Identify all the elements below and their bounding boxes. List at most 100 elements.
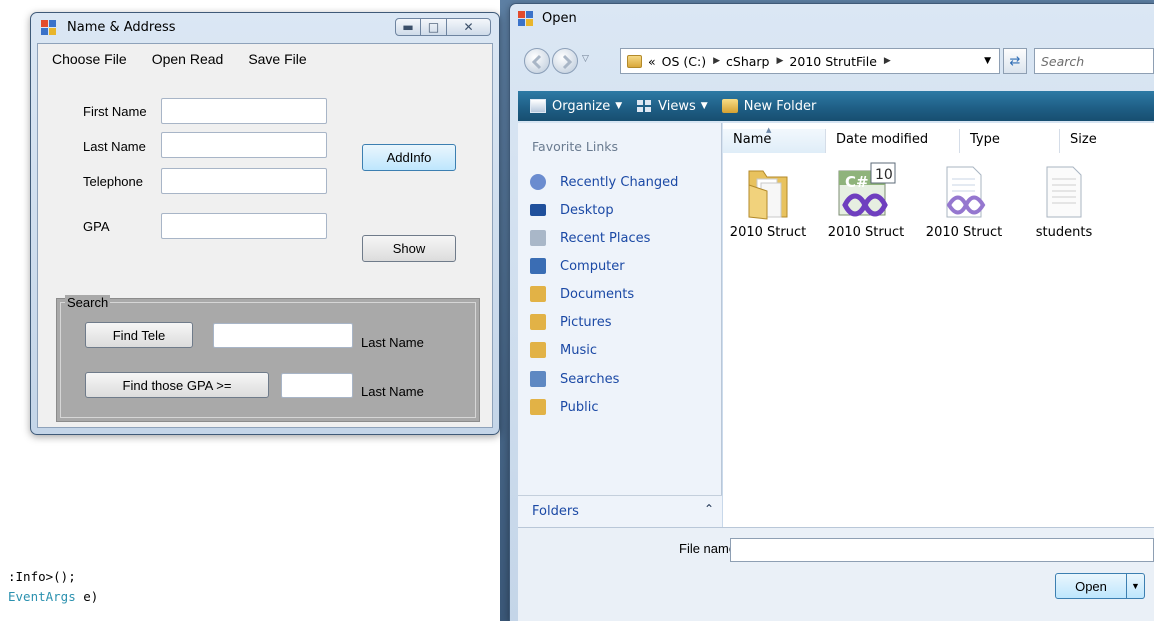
column-type[interactable]: Type [960,129,1060,153]
fav-music[interactable]: Music [530,339,597,361]
file-item[interactable]: C# 10 2010 Struct [821,161,911,240]
app-icon [41,20,57,36]
breadcrumb-arrow-icon[interactable]: ▶ [777,56,784,66]
address-dropdown-icon[interactable]: ▼ [984,56,991,66]
forward-arrow-icon [562,54,573,70]
menu-choose-file[interactable]: Choose File [52,49,127,69]
first-name-input[interactable] [161,98,327,124]
code-line: :Info>(); [8,569,76,584]
new-folder-button[interactable]: New Folder [721,99,816,114]
last-name-label: Last Name [83,139,146,154]
solution-file-icon [939,161,989,221]
tele-result-label: Last Name [361,335,424,350]
code-line: EventArgs e) [8,589,99,604]
dialog-footer: File name: Open ▼ [518,527,1154,621]
back-arrow-icon [531,54,542,70]
organize-icon [530,99,546,113]
breadcrumb-strutfile[interactable]: 2010 StrutFile [789,54,877,69]
chevron-down-icon: ▼ [700,101,708,111]
fav-documents[interactable]: Documents [530,283,634,305]
refresh-button[interactable]: ⇄ [1003,48,1027,74]
folder-icon [627,54,642,68]
breadcrumb-arrow-icon[interactable]: ▶ [713,56,720,66]
new-folder-icon [721,99,738,113]
find-tele-input[interactable] [213,323,353,348]
fav-recent-places[interactable]: Recent Places [530,227,650,249]
forward-button[interactable] [552,48,578,74]
open-dropdown-icon[interactable]: ▼ [1126,574,1144,598]
open-button-label: Open [1075,578,1107,594]
minimize-icon: ▬ [402,20,414,34]
address-overflow[interactable]: « [648,54,656,69]
search-input[interactable]: Search [1034,48,1154,74]
title-bar[interactable]: Name & Address ▬ □ ✕ [31,13,499,43]
dialog-title: Open [542,11,577,26]
last-name-input[interactable] [161,132,327,158]
find-gpa-button[interactable]: Find those GPA >= [85,372,269,398]
code-type-token: EventArgs [8,589,76,604]
open-button[interactable]: Open ▼ [1055,573,1145,599]
music-icon [530,342,546,358]
csharp-project-icon: C# 10 [838,161,896,221]
version-badge: 10 [875,167,893,183]
column-size[interactable]: Size [1060,129,1148,153]
fav-searches[interactable]: Searches [530,368,619,390]
form-client-area: Choose File Open Read Save File First Na… [37,43,493,428]
text-file-icon [1039,161,1089,221]
folders-toggle[interactable]: Folders ⌃ [518,495,722,527]
telephone-label: Telephone [83,174,143,189]
search-group-title: Search [65,295,111,310]
title-bar[interactable]: Open [510,4,1154,34]
file-item[interactable]: 2010 Struct [723,161,813,240]
fav-pictures[interactable]: Pictures [530,311,611,333]
add-info-button[interactable]: AddInfo [362,144,456,171]
file-name-input[interactable] [730,538,1154,562]
file-name: 2010 Struct [827,225,905,240]
fav-desktop[interactable]: Desktop [530,199,614,221]
chevron-up-icon: ⌃ [704,502,715,516]
close-icon: ✕ [463,20,474,34]
breadcrumb-csharp[interactable]: cSharp [726,54,769,69]
file-name: 2010 Struct [925,225,1003,240]
menu-open-read[interactable]: Open Read [152,49,224,69]
file-item[interactable]: students [1019,161,1109,240]
app-icon [518,11,534,27]
folders-label: Folders [532,504,579,519]
menu-save-file[interactable]: Save File [248,49,306,69]
show-button[interactable]: Show [362,235,456,262]
file-item[interactable]: 2010 Struct [919,161,1009,240]
fav-public[interactable]: Public [530,396,598,418]
telephone-input[interactable] [161,168,327,194]
menu-bar: Choose File Open Read Save File [38,44,492,74]
find-tele-button[interactable]: Find Tele [85,322,193,348]
computer-icon [530,258,546,274]
maximize-icon: □ [427,20,440,34]
back-button[interactable] [524,48,550,74]
breadcrumb-drive[interactable]: OS (C:) [662,54,706,69]
address-bar[interactable]: « OS (C:) ▶ cSharp ▶ 2010 StrutFile ▶ ▼ [620,48,1000,74]
column-date-modified[interactable]: Date modified [826,129,960,153]
gpa-result-label: Last Name [361,384,424,399]
navigation-pane: Favorite Links Recently Changed Desktop … [518,123,722,527]
organize-button[interactable]: Organize ▼ [530,99,622,114]
close-button[interactable]: ✕ [447,18,491,36]
maximize-button[interactable]: □ [421,18,447,36]
open-file-dialog: Open ▽ « OS (C:) ▶ cSharp ▶ 2010 StrutFi… [509,3,1154,621]
public-icon [530,399,546,415]
recent-pages-chevron-icon[interactable]: ▽ [582,54,589,64]
gpa-label: GPA [83,219,110,234]
views-button[interactable]: Views ▼ [636,99,708,114]
chevron-down-icon: ▼ [615,101,623,111]
fav-recently-changed[interactable]: Recently Changed [530,171,678,193]
views-icon [637,100,652,112]
first-name-label: First Name [83,104,147,119]
column-name[interactable]: ▲ Name [723,126,826,153]
breadcrumb-arrow-icon[interactable]: ▶ [884,56,891,66]
minimize-button[interactable]: ▬ [395,18,421,36]
window-title: Name & Address [67,20,176,35]
fav-computer[interactable]: Computer [530,255,625,277]
command-toolbar: Organize ▼ Views ▼ New Folder [518,91,1154,121]
caption-buttons: ▬ □ ✕ [395,18,491,36]
gpa-input[interactable] [161,213,327,239]
find-gpa-input[interactable] [281,373,353,398]
